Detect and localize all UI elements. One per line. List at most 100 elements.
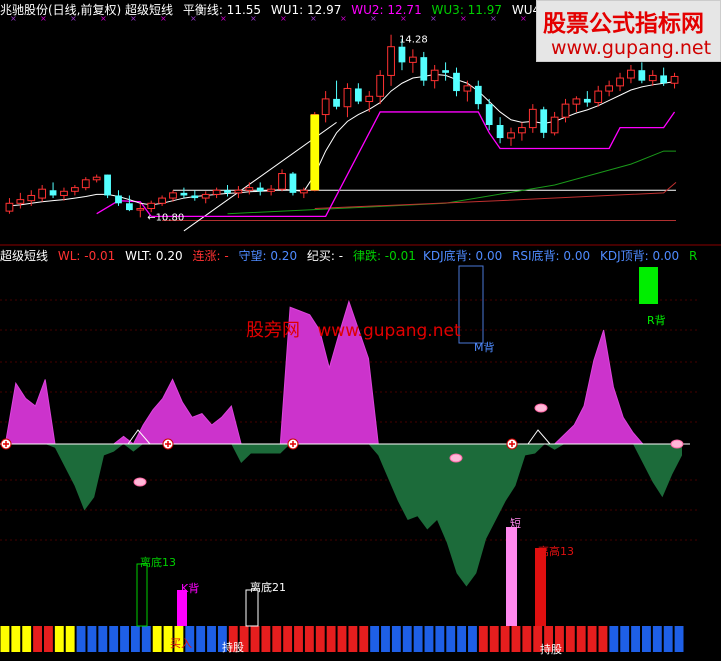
signal-bar <box>435 626 445 652</box>
signal-bar <box>522 626 532 652</box>
signal-bar <box>152 626 162 652</box>
short-label: 短 <box>510 516 521 530</box>
lotus-marker-icon <box>670 439 684 449</box>
short-bar <box>506 527 517 626</box>
candle-body <box>638 70 646 81</box>
indicator-header: 超级短线 WL: -0.01 WLT: 0.20 连涨: - 守望: 0.20 … <box>0 248 422 264</box>
rsi-bottom-value: RSI底背: 0.00 <box>512 249 591 263</box>
signal-bar <box>250 626 260 652</box>
negative-area <box>6 444 682 587</box>
candle-body <box>245 187 254 191</box>
lotus-marker-icon <box>133 477 147 487</box>
candle-body <box>92 176 101 181</box>
candle-body <box>442 70 449 73</box>
signal-bar <box>391 626 401 652</box>
signal-bar <box>337 626 347 652</box>
signal-bar <box>87 626 97 652</box>
candle-body <box>408 56 417 63</box>
candle-body <box>387 46 395 76</box>
signal-bar <box>424 626 434 652</box>
signal-bar <box>272 626 282 652</box>
signal-bar <box>141 626 151 652</box>
leave-high-13-label: 离高13 <box>538 544 574 558</box>
signal-bar <box>609 626 619 652</box>
candle-body <box>463 85 472 92</box>
watermark-mid: 股旁网 www.gupang.net <box>246 316 461 342</box>
candle-body <box>430 69 439 82</box>
candle-body <box>474 85 482 105</box>
watermark-mid-cn: 股旁网 <box>246 320 300 341</box>
signal-bar <box>500 626 510 652</box>
signal-bar <box>76 626 86 652</box>
candle-body <box>201 193 210 199</box>
watermark-title: 股票公式指标网 <box>543 11 704 37</box>
k-divergence-bar <box>177 590 187 626</box>
candle-body <box>605 85 614 92</box>
signal-bar <box>576 626 586 652</box>
wu3-label: WU3: 11.97 <box>431 3 503 17</box>
candle-body <box>60 190 68 196</box>
signal-bar <box>446 626 456 652</box>
signal-bar <box>22 626 32 652</box>
price-header: 兆驰股份(日线,前复权) 超级短线 平衡线: 11.55 WU1: 12.97 … <box>0 2 588 18</box>
candle-body <box>158 197 166 204</box>
signal-bar <box>478 626 488 652</box>
candle-body <box>256 187 264 192</box>
lotus-marker-icon <box>534 403 548 413</box>
signal-bar <box>196 626 206 652</box>
signal-bar <box>65 626 75 652</box>
r-divergence-label: R背 <box>647 313 666 327</box>
oscillator-panel: M背 R背 <box>0 265 700 587</box>
buy-in-label: 买入 <box>170 637 192 650</box>
signal-bar <box>489 626 499 652</box>
chart-title: 兆驰股份(日线,前复权) 超级短线 <box>0 3 173 17</box>
signal-bar <box>120 626 129 652</box>
signal-bar <box>402 626 412 652</box>
candle-body <box>365 95 374 103</box>
shouwang-value: 守望: 0.20 <box>238 249 298 263</box>
candle-body <box>5 202 14 212</box>
candle-body <box>561 103 570 118</box>
signal-bar <box>413 626 423 652</box>
signal-bar <box>598 626 608 652</box>
candle-body <box>507 132 515 139</box>
candle-body <box>81 179 90 189</box>
candle-body <box>528 108 537 129</box>
candle-body <box>343 87 352 108</box>
signal-bar <box>359 626 369 652</box>
r-divergence-box <box>639 267 658 304</box>
r-label: R <box>689 249 698 263</box>
signal-bar <box>620 626 630 652</box>
candle-body <box>212 189 221 195</box>
candle-body <box>321 98 330 116</box>
candle-body <box>648 74 657 82</box>
signal-bar <box>511 626 521 652</box>
signal-bar <box>98 626 108 652</box>
signal-bar <box>370 626 380 652</box>
candle-body <box>485 104 493 125</box>
candle-body <box>49 190 57 196</box>
lvdie-value: 律跌: -0.01 <box>352 249 416 263</box>
signal-bar <box>565 626 575 652</box>
candle-body <box>136 208 145 211</box>
candle-body <box>660 75 668 84</box>
signal-bar <box>326 626 336 652</box>
signal-bar <box>130 626 140 652</box>
wl-value: WL: -0.01 <box>57 249 116 263</box>
candle-body <box>550 116 559 134</box>
kdj-bottom-value: KDJ底背: 0.00 <box>423 249 503 263</box>
hold-label: 持股 <box>540 642 562 656</box>
candle-body <box>333 98 340 107</box>
signal-bar <box>207 626 216 652</box>
wu4-line <box>314 182 677 210</box>
candle-body <box>224 190 231 193</box>
limit-up-candle <box>310 114 320 191</box>
candle-body <box>540 109 548 133</box>
signal-bar <box>33 626 42 652</box>
high-price-label: 14.28 <box>399 35 428 46</box>
m-divergence-box <box>458 265 484 344</box>
candle-body <box>420 57 428 81</box>
signal-bar <box>109 626 119 652</box>
kdj-top-value: KDJ顶背: 0.00 <box>599 249 680 263</box>
wlt-value: WLT: 0.20 <box>125 249 183 263</box>
